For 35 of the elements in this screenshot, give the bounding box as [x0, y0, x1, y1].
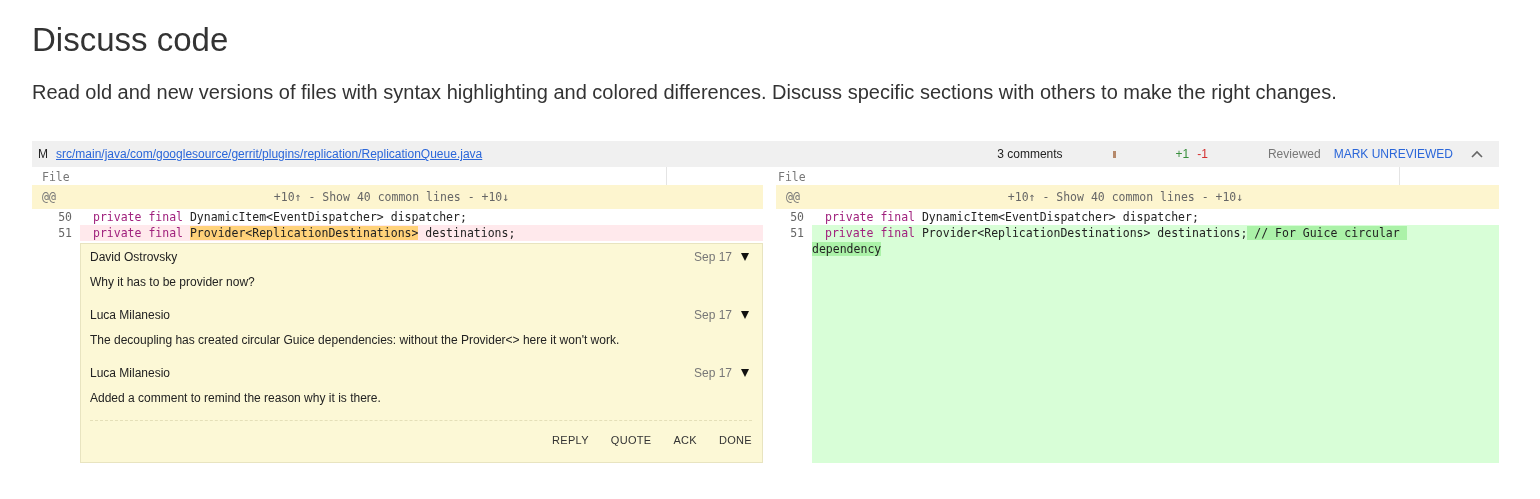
comment-text: Why it has to be provider now? — [90, 274, 256, 290]
file-path-link[interactable]: src/main/java/com/googlesource/gerrit/plugins/replication/ReplicationQueue.java — [56, 147, 483, 161]
skip-marker: @@ — [776, 185, 812, 209]
file-label: File — [42, 171, 70, 184]
code-line: private final DynamicItem<EventDispatcher> dispatcher; — [824, 209, 1200, 225]
caret-icon[interactable] — [741, 253, 749, 261]
size-bar-icon — [1112, 150, 1116, 158]
thread-action-button[interactable]: DONE — [719, 432, 752, 448]
caret-icon[interactable] — [741, 369, 749, 377]
removed-count: -1 — [1197, 147, 1208, 161]
comment-author: David Ostrovsky — [90, 250, 179, 264]
code-line: private final DynamicItem<EventDispatcher> dispatcher; — [92, 209, 468, 225]
comment-text: Added a comment to remind the reason why it is there. — [90, 390, 382, 406]
comment-author: Luca Milanesio — [90, 366, 172, 380]
comment-date: Sep 17 — [693, 366, 732, 380]
thread-action-button[interactable]: REPLY — [552, 432, 589, 448]
thread-action-button[interactable]: QUOTE — [610, 432, 652, 448]
collapse-chevron-icon[interactable] — [1471, 150, 1483, 158]
reviewed-label: Reviewed — [1267, 147, 1321, 161]
show-common-lines-link[interactable]: +10↑ - Show 40 common lines - +10↓ — [812, 185, 1499, 209]
caret-icon[interactable] — [741, 311, 749, 319]
comment-date: Sep 17 — [693, 250, 732, 264]
section-heading: Discuss code — [32, 20, 230, 60]
comment-count: 3 comments — [997, 147, 1063, 161]
file-status: M — [38, 147, 48, 161]
file-label: File — [778, 171, 806, 184]
comment-text: The decoupling has created circular Guice dependencies: without the Provider<> here it won't work. — [90, 332, 621, 348]
show-common-lines-link[interactable]: +10↑ - Show 40 common lines - +10↓ — [80, 185, 763, 209]
skip-marker: @@ — [32, 185, 80, 209]
comment-author: Luca Milanesio — [90, 308, 172, 322]
thread-action-button[interactable]: ACK — [673, 432, 697, 448]
mark-unreviewed-link[interactable]: MARK UNREVIEWED — [1333, 147, 1453, 161]
section-description: Read old and new versions of files with syntax highlighting and colored differences. Discuss specific sections with others to make the right changes. — [32, 80, 1338, 105]
comment-date: Sep 17 — [693, 308, 732, 322]
added-count: +1 — [1175, 147, 1190, 161]
